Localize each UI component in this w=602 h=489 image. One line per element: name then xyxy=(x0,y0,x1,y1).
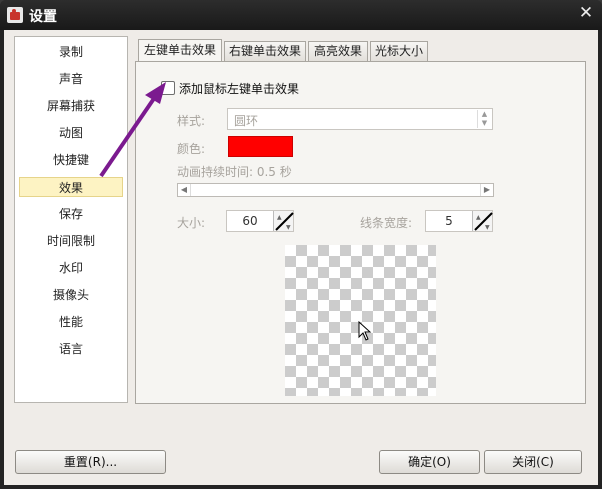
size-label: 大小: xyxy=(177,216,206,230)
svg-text:▼: ▼ xyxy=(286,224,291,231)
settings-window: 设置 ✕ 录制 声音 屏幕捕获 动图 快捷键 效果 保存 时间限制 水印 摄像头… xyxy=(0,0,602,489)
duration-slider[interactable]: ◀ ▶ xyxy=(177,183,494,197)
sidebar-item-gif[interactable]: 动图 xyxy=(19,123,123,143)
effect-preview-area xyxy=(285,245,436,396)
slider-right-arrow-icon[interactable]: ▶ xyxy=(480,184,493,196)
tab-left-click-effect[interactable]: 左键单击效果 xyxy=(138,39,222,62)
enable-left-click-checkbox[interactable] xyxy=(161,81,175,95)
sidebar-item-hotkeys[interactable]: 快捷键 xyxy=(19,150,123,170)
close-button[interactable]: 关闭(C) xyxy=(484,450,582,474)
line-width-label: 线条宽度: xyxy=(360,216,413,230)
close-window-icon[interactable]: ✕ xyxy=(576,3,596,23)
style-label: 样式: xyxy=(177,114,206,128)
style-select-value: 圆环 xyxy=(234,114,259,128)
size-value: 60 xyxy=(242,214,258,228)
line-width-spin-buttons-icon[interactable]: ▲ ▼ xyxy=(472,211,493,231)
sidebar-item-webcam[interactable]: 摄像头 xyxy=(19,285,123,305)
svg-text:▲: ▲ xyxy=(277,214,282,221)
window-title: 设置 xyxy=(29,9,57,25)
sidebar-item-time-limit[interactable]: 时间限制 xyxy=(19,231,123,251)
app-camera-icon xyxy=(7,7,23,23)
enable-left-click-label[interactable]: 添加鼠标左键单击效果 xyxy=(179,80,299,97)
tab-cursor-size[interactable]: 光标大小 xyxy=(370,41,428,61)
sidebar-item-record[interactable]: 录制 xyxy=(19,42,123,62)
left-click-effect-panel: 添加鼠标左键单击效果 样式: 圆环 ▲ ▼ 颜色: 动画持续时间: 0.5 秒 ◀… xyxy=(135,61,586,404)
dialog-client-area: 录制 声音 屏幕捕获 动图 快捷键 效果 保存 时间限制 水印 摄像头 性能 语… xyxy=(4,30,598,485)
mouse-cursor-icon xyxy=(358,321,372,341)
sidebar-item-screen-capture[interactable]: 屏幕捕获 xyxy=(19,96,123,116)
select-arrows-icon[interactable]: ▲ ▼ xyxy=(477,110,491,128)
style-select[interactable]: 圆环 ▲ ▼ xyxy=(227,108,493,130)
tab-highlight-effect[interactable]: 高亮效果 xyxy=(308,41,368,61)
size-spinbox[interactable]: 60 ▲ ▼ xyxy=(226,210,294,232)
sidebar-item-language[interactable]: 语言 xyxy=(19,339,123,359)
sidebar-item-save[interactable]: 保存 xyxy=(19,204,123,224)
sidebar-item-watermark[interactable]: 水印 xyxy=(19,258,123,278)
line-width-value: 5 xyxy=(445,214,453,228)
duration-label: 动画持续时间: 0.5 秒 xyxy=(177,165,292,179)
line-width-spinbox[interactable]: 5 ▲ ▼ xyxy=(425,210,493,232)
color-swatch[interactable] xyxy=(228,136,293,157)
sidebar-item-effects[interactable]: 效果 xyxy=(19,177,123,197)
reset-button[interactable]: 重置(R)... xyxy=(15,450,166,474)
settings-category-list: 录制 声音 屏幕捕获 动图 快捷键 效果 保存 时间限制 水印 摄像头 性能 语… xyxy=(14,36,128,403)
sidebar-item-audio[interactable]: 声音 xyxy=(19,69,123,89)
svg-text:▼: ▼ xyxy=(485,224,490,231)
sidebar-item-performance[interactable]: 性能 xyxy=(19,312,123,332)
slider-left-arrow-icon[interactable]: ◀ xyxy=(178,184,191,196)
tab-right-click-effect[interactable]: 右键单击效果 xyxy=(224,41,306,61)
color-label: 颜色: xyxy=(177,142,206,156)
title-bar: 设置 ✕ xyxy=(0,0,602,30)
ok-button[interactable]: 确定(O) xyxy=(379,450,480,474)
size-spin-buttons-icon[interactable]: ▲ ▼ xyxy=(273,211,294,231)
svg-text:▲: ▲ xyxy=(476,214,481,221)
